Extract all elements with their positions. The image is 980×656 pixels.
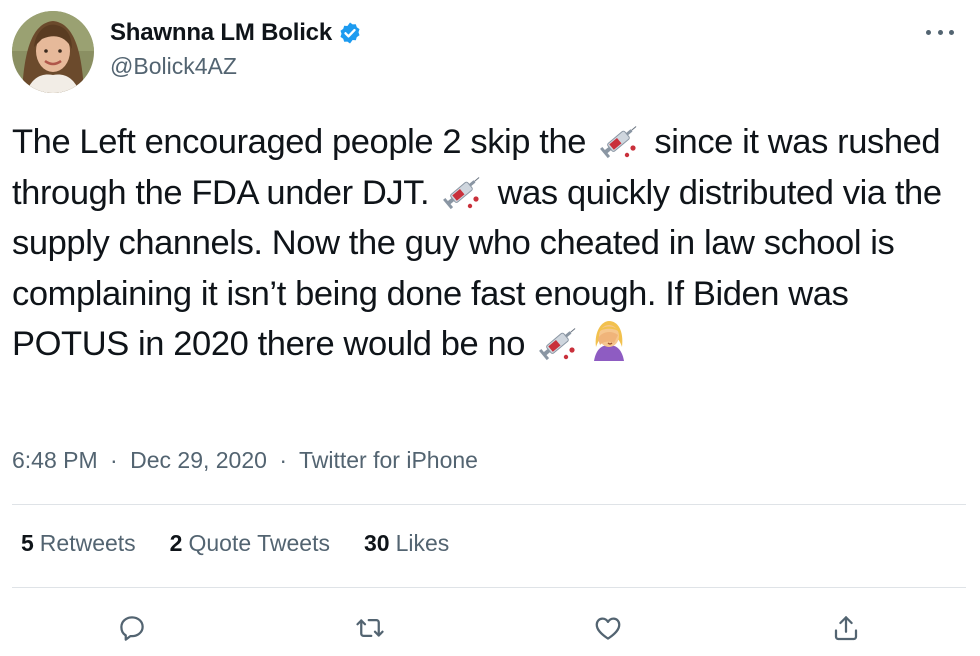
divider xyxy=(12,587,966,588)
meta-separator: · xyxy=(110,447,118,473)
likes-count: 30 xyxy=(363,530,390,556)
tweet-text-segment: The Left encouraged people 2 skip the xyxy=(12,123,587,161)
retweets-label: Retweets xyxy=(39,530,136,556)
reply-icon xyxy=(117,613,147,648)
divider xyxy=(12,504,966,505)
retweet-button[interactable] xyxy=(350,610,390,650)
more-options-icon[interactable] xyxy=(926,22,954,42)
verified-badge-icon xyxy=(338,21,362,45)
tweet-time[interactable]: 6:48 PM xyxy=(12,447,98,473)
meta-separator: · xyxy=(279,447,287,473)
retweets-stat[interactable]: 5 Retweets xyxy=(21,530,136,557)
share-button[interactable] xyxy=(826,610,866,650)
like-icon xyxy=(593,613,623,648)
more-dot xyxy=(937,29,943,35)
syringe-icon xyxy=(599,121,641,159)
syringe-icon xyxy=(442,172,484,210)
likes-stat[interactable]: 30 Likes xyxy=(364,530,449,557)
avatar[interactable] xyxy=(12,11,94,93)
facepalm-icon xyxy=(588,319,630,361)
tweet-source[interactable]: Twitter for iPhone xyxy=(299,447,478,473)
retweet-icon xyxy=(354,613,386,648)
display-name[interactable]: Shawnna LM Bolick xyxy=(110,19,332,47)
tweet-actions xyxy=(0,610,980,650)
quote-tweets-label: Quote Tweets xyxy=(188,530,330,556)
more-dot xyxy=(949,29,954,35)
tweet: Shawnna LM Bolick @Bolick4AZ The Left en… xyxy=(0,0,980,656)
author-names: Shawnna LM Bolick @Bolick4AZ xyxy=(110,19,362,80)
syringe-icon xyxy=(538,323,580,361)
retweets-count: 5 xyxy=(21,530,34,556)
quote-tweets-stat[interactable]: 2 Quote Tweets xyxy=(170,530,330,557)
name-row: Shawnna LM Bolick xyxy=(110,19,362,47)
share-icon xyxy=(831,613,861,648)
reply-button[interactable] xyxy=(112,610,152,650)
tweet-date[interactable]: Dec 29, 2020 xyxy=(130,447,267,473)
likes-label: Likes xyxy=(395,530,450,556)
tweet-meta: 6:48 PM · Dec 29, 2020 · Twitter for iPh… xyxy=(12,447,478,474)
author-handle[interactable]: @Bolick4AZ xyxy=(110,53,362,80)
tweet-text: The Left encouraged people 2 skip the si… xyxy=(12,117,972,370)
like-button[interactable] xyxy=(588,610,628,650)
more-dot xyxy=(926,29,931,35)
tweet-header: Shawnna LM Bolick @Bolick4AZ xyxy=(12,10,362,94)
tweet-stats: 5 Retweets 2 Quote Tweets 30 Likes xyxy=(21,530,483,557)
quote-tweets-count: 2 xyxy=(169,530,183,556)
